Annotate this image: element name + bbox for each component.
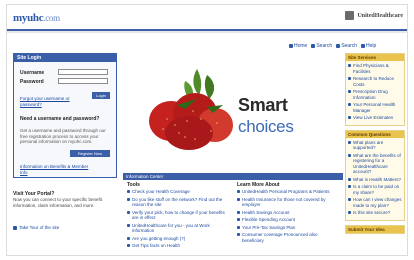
arrow-bullet-icon xyxy=(127,236,130,240)
arrow-bullet-icon xyxy=(336,44,341,48)
arrow-bullet-icon xyxy=(237,190,240,193)
nav-search-1[interactable]: Search xyxy=(311,43,332,49)
arrow-bullet-icon xyxy=(348,140,351,144)
arrow-bullet-icon xyxy=(237,210,240,214)
list-item[interactable]: Check your Health Coverage xyxy=(127,189,227,195)
information-center-header: Information Center xyxy=(123,173,343,180)
strawberries-image xyxy=(149,69,233,150)
common-questions-header: Common Questions xyxy=(346,130,404,138)
common-questions-box: Common Questions What plans are supporte… xyxy=(345,129,405,221)
arrow-bullet-icon xyxy=(127,210,130,214)
arrow-bullet-icon xyxy=(311,44,316,48)
list-item[interactable]: Find Physicians & Facilities xyxy=(348,63,402,74)
list-item[interactable]: What plans are supported? xyxy=(348,140,402,151)
nav-search-2[interactable]: Search xyxy=(336,43,357,49)
login-button[interactable]: Login xyxy=(92,92,110,99)
partner-logo-icon xyxy=(345,11,355,20)
list-item[interactable]: Verify your pick, how to change if your … xyxy=(127,210,227,221)
list-item[interactable]: Health Insurance for those not covered b… xyxy=(237,197,337,208)
register-button[interactable]: Register Now xyxy=(70,150,110,157)
list-item[interactable]: Research to Reduce Costs xyxy=(348,76,402,87)
arrow-bullet-icon xyxy=(348,153,351,157)
login-panel: Site Login Username Password Login Forgo… xyxy=(13,53,117,178)
registration-help-text: Get a username and password through our … xyxy=(20,128,106,144)
nav-home[interactable]: Home xyxy=(289,43,307,49)
list-item[interactable]: Is this site secure? xyxy=(348,210,402,216)
username-input[interactable] xyxy=(58,69,108,75)
hero-subtitle: choices xyxy=(238,117,294,136)
arrow-bullet-icon xyxy=(348,90,351,93)
list-item[interactable]: Consumer coverage Pronounced also benefi… xyxy=(237,232,337,243)
submit-idea-box[interactable]: Submit Your Idea xyxy=(345,224,405,234)
list-item[interactable]: Do you like stuff on the network? Find o… xyxy=(127,197,227,208)
list-item[interactable]: Your Pre-Tax Savings Plan xyxy=(237,225,337,231)
list-item[interactable]: What is Health Matters? xyxy=(348,177,402,183)
list-item[interactable]: How can I view changes made to my plan? xyxy=(348,197,402,208)
forgot-credentials-link[interactable]: Forgot your username or password? xyxy=(20,96,80,108)
list-item[interactable]: UnitedHealth Personal Programs & Patient… xyxy=(237,189,337,195)
browser-page: myuhc.com UnitedHealthcare Home Search S… xyxy=(6,4,408,256)
list-item[interactable]: Health Savings Account xyxy=(237,210,337,216)
top-navigation: Home Search Search Help xyxy=(289,43,376,49)
password-label: Password xyxy=(20,79,44,85)
site-services-box: Site Services Find Physicians & Faciliti… xyxy=(345,53,405,126)
right-sidebar: Site Services Find Physicians & Faciliti… xyxy=(345,53,405,255)
promo-text: Now you can connect to your specific ben… xyxy=(13,197,103,208)
site-logo[interactable]: myuhc.com xyxy=(13,12,60,24)
arrow-bullet-icon xyxy=(289,44,293,48)
arrow-bullet-icon xyxy=(348,103,351,106)
list-item[interactable]: View Live Estimates xyxy=(348,115,402,121)
arrow-bullet-icon xyxy=(348,177,351,181)
header-divider xyxy=(7,31,407,33)
list-item[interactable]: What are the benefits of registering for… xyxy=(348,153,402,175)
partner-logo[interactable]: UnitedHealthcare xyxy=(345,11,403,20)
arrow-bullet-icon xyxy=(348,185,351,188)
registration-help-title: Need a username and password? xyxy=(20,116,100,122)
list-item[interactable]: UnitedHealthcare for you - you at Work i… xyxy=(127,223,227,234)
arrow-bullet-icon xyxy=(127,244,130,247)
password-input[interactable] xyxy=(58,78,108,84)
list-item[interactable]: Flexible Spending Account xyxy=(237,217,337,223)
learn-more-list: UnitedHealth Personal Programs & Patient… xyxy=(237,189,337,245)
arrow-bullet-icon xyxy=(13,225,17,230)
partner-name: UnitedHealthcare xyxy=(357,12,403,19)
username-label: Username xyxy=(20,70,45,76)
login-header: Site Login xyxy=(14,54,116,62)
arrow-bullet-icon xyxy=(348,116,351,119)
learn-more-heading: Learn More About xyxy=(237,182,280,188)
site-services-header: Site Services xyxy=(346,54,404,61)
nav-help[interactable]: Help xyxy=(361,43,376,49)
hero-banner: Smart choices xyxy=(123,53,343,168)
tools-list: Check your Health Coverage Do you like s… xyxy=(127,189,227,251)
arrow-bullet-icon xyxy=(361,44,366,48)
arrow-bullet-icon xyxy=(348,198,351,201)
arrow-bullet-icon xyxy=(237,197,240,201)
arrow-bullet-icon xyxy=(237,233,240,236)
hero-title: Smart xyxy=(238,95,288,115)
arrow-bullet-icon xyxy=(348,64,351,67)
arrow-bullet-icon xyxy=(127,223,130,227)
benefits-info-link[interactable]: Information on Benefits & Member Info xyxy=(20,164,90,175)
take-tour-link[interactable]: Take Tour of the site xyxy=(13,225,59,230)
list-item[interactable]: Are you getting enough (?) xyxy=(127,236,227,242)
list-item[interactable]: Get Tips facts on Health xyxy=(127,243,227,249)
arrow-bullet-icon xyxy=(127,197,130,201)
information-center: Information Center Tools Learn More Abou… xyxy=(123,173,343,255)
list-item[interactable]: Is a claim to be paid on my share? xyxy=(348,184,402,195)
arrow-bullet-icon xyxy=(237,218,240,221)
list-item[interactable]: Prescription Drug Information xyxy=(348,89,402,100)
arrow-bullet-icon xyxy=(348,211,351,214)
submit-idea-header: Submit Your Idea xyxy=(346,225,404,233)
arrow-bullet-icon xyxy=(237,225,240,229)
site-header: myuhc.com UnitedHealthcare xyxy=(7,5,407,31)
arrow-bullet-icon xyxy=(348,77,351,80)
list-item[interactable]: Your Personal Health Manager xyxy=(348,102,402,113)
arrow-bullet-icon xyxy=(127,190,130,193)
tools-heading: Tools xyxy=(127,182,140,188)
